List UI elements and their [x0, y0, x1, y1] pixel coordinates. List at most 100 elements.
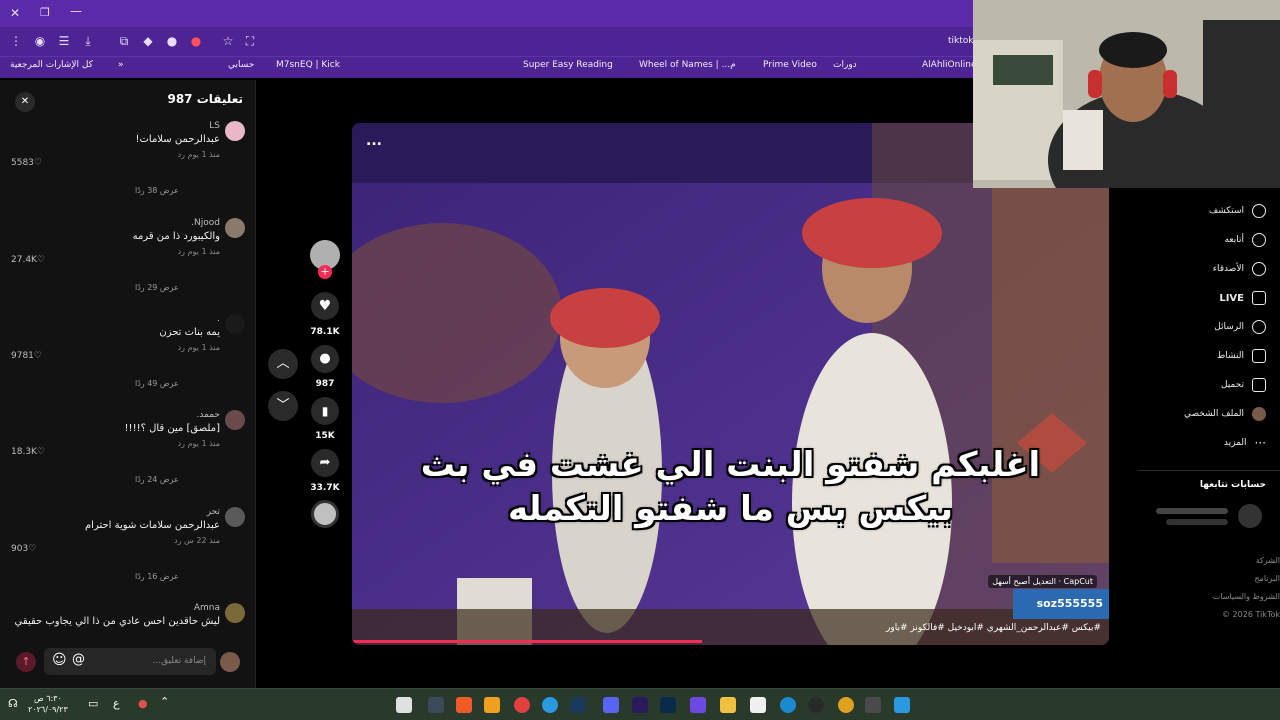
comment-like[interactable]: 9781♡: [11, 351, 42, 361]
bookmark-all[interactable]: كل الإشارات المرجعية: [10, 60, 93, 70]
view-replies[interactable]: عرض 16 ردًا: [135, 572, 179, 581]
reply-button[interactable]: رد: [174, 536, 181, 545]
next-video-button[interactable]: ﹀: [268, 391, 298, 421]
nav-following[interactable]: أتابعه: [1225, 233, 1266, 247]
url-text[interactable]: tiktok: [948, 36, 974, 46]
reply-button[interactable]: رد: [178, 439, 185, 448]
comment-author[interactable]: حممد.: [10, 410, 220, 420]
app-icon[interactable]: [690, 697, 706, 713]
view-replies[interactable]: عرض 38 ردًا: [135, 186, 179, 195]
app-icon[interactable]: [484, 697, 500, 713]
settings-icon[interactable]: [865, 697, 881, 713]
view-replies[interactable]: عرض 24 ردًا: [135, 475, 179, 484]
steam-icon[interactable]: [570, 697, 586, 713]
avatar[interactable]: [225, 218, 245, 238]
comment-like[interactable]: 18.3K♡: [11, 447, 45, 457]
app-icon[interactable]: [396, 697, 412, 713]
video-hashtags[interactable]: #بيكس #عبدالرحمن_الشهري #ابودخيل #فالكون…: [886, 623, 1101, 633]
bookmark-item[interactable]: M7snEQ | Kick: [276, 60, 340, 70]
language-indicator[interactable]: ع: [113, 697, 120, 710]
brave-icon[interactable]: [456, 697, 472, 713]
battery-icon[interactable]: ▭: [88, 697, 98, 710]
music-disc[interactable]: [311, 500, 339, 528]
send-button[interactable]: ↑: [16, 652, 36, 672]
close-comments-button[interactable]: ✕: [15, 92, 35, 112]
notification-icon[interactable]: ☊: [8, 697, 18, 710]
nav-friends[interactable]: الأصدقاء: [1213, 262, 1266, 276]
share-button[interactable]: ➦: [311, 449, 339, 477]
bookmark-item[interactable]: Super Easy Reading: [523, 60, 613, 70]
mention-icon[interactable]: @: [72, 652, 85, 667]
view-replies[interactable]: عرض 29 ردًا: [135, 283, 179, 292]
creator-name[interactable]: soz555555: [1037, 597, 1103, 610]
bookmark-item[interactable]: Prime Video: [763, 60, 817, 70]
footer-terms[interactable]: الشروط والسياسات: [1213, 592, 1280, 601]
nav-explore[interactable]: استكشف: [1209, 204, 1266, 218]
capcut-badge[interactable]: CapCut · التعديل أصبح أسهل: [988, 575, 1097, 588]
nav-live[interactable]: LIVE: [1219, 291, 1266, 305]
store-icon[interactable]: [750, 697, 766, 713]
bookmark-item[interactable]: دورات: [833, 60, 857, 70]
save-button[interactable]: ▮: [311, 397, 339, 425]
previous-video-button[interactable]: ︿: [268, 349, 298, 379]
comment-like[interactable]: 5583♡: [11, 158, 42, 168]
close-icon[interactable]: ✕: [10, 6, 20, 20]
nav-activity[interactable]: النشاط: [1217, 349, 1266, 363]
minimize-icon[interactable]: —: [70, 4, 82, 18]
footer-company[interactable]: الشركة: [1256, 556, 1280, 565]
app-icon[interactable]: [808, 697, 824, 713]
reply-button[interactable]: رد: [178, 343, 185, 352]
reply-button[interactable]: رد: [178, 150, 185, 159]
start-icon[interactable]: [894, 697, 910, 713]
more-options-icon[interactable]: ...: [366, 133, 382, 149]
app-icon[interactable]: [428, 697, 444, 713]
avatar[interactable]: [225, 314, 245, 334]
comment-input[interactable]: ☺ @ إضافة تعليق...: [44, 648, 216, 675]
comment-author[interactable]: تحر: [10, 507, 220, 517]
bookmark-item[interactable]: AlAhliOnline: [922, 60, 977, 70]
app-icon[interactable]: [514, 697, 530, 713]
follow-plus-icon[interactable]: +: [318, 265, 332, 279]
comment-author[interactable]: Amna: [10, 603, 220, 613]
nav-profile[interactable]: الملف الشخصي: [1184, 407, 1266, 421]
chrome-icon[interactable]: [838, 697, 854, 713]
puzzle-icon[interactable]: ⧉: [116, 33, 132, 49]
tabs-icon[interactable]: ☰: [56, 33, 72, 49]
emoji-icon[interactable]: ☺: [52, 652, 67, 668]
premiere-icon[interactable]: [632, 697, 648, 713]
comment-author[interactable]: .: [10, 314, 220, 324]
edge-icon[interactable]: [780, 697, 796, 713]
discord-icon[interactable]: [603, 697, 619, 713]
extension-icon[interactable]: ◆: [140, 33, 156, 49]
avatar[interactable]: [225, 507, 245, 527]
comment-like[interactable]: 27.4K♡: [11, 255, 45, 265]
telegram-icon[interactable]: [542, 697, 558, 713]
tray-expand-icon[interactable]: ⌃: [160, 695, 169, 708]
extension-icon[interactable]: ●: [188, 33, 204, 49]
like-button[interactable]: ♥: [311, 292, 339, 320]
view-replies[interactable]: عرض 49 ردًا: [135, 379, 179, 388]
comment-button[interactable]: ●: [311, 345, 339, 373]
taskbar-clock[interactable]: ٦:٣٠ ص ٢٠٢٦/٠٩/٢٣: [28, 693, 68, 715]
nav-messages[interactable]: الرسائل: [1214, 320, 1266, 334]
footer-program[interactable]: البرنامج: [1254, 574, 1280, 583]
microphone-icon[interactable]: ●: [138, 697, 148, 710]
nav-upload[interactable]: تحميل: [1221, 378, 1266, 392]
bookmark-item[interactable]: حسابي: [228, 60, 254, 70]
photoshop-icon[interactable]: [660, 697, 676, 713]
menu-dots-icon[interactable]: ⋮: [8, 33, 24, 49]
comment-author[interactable]: Njood.: [10, 218, 220, 228]
download-icon[interactable]: ⤓: [80, 33, 96, 49]
comment-author[interactable]: LS: [10, 121, 220, 131]
star-icon[interactable]: ☆: [220, 33, 236, 49]
folder-icon[interactable]: [720, 697, 736, 713]
extension-icon[interactable]: ●: [164, 33, 180, 49]
avatar[interactable]: [225, 121, 245, 141]
screenshot-icon[interactable]: ⛶: [242, 33, 258, 49]
extension-icon[interactable]: ◉: [32, 33, 48, 49]
nav-more[interactable]: ··· المزيد: [1224, 436, 1266, 450]
comment-like[interactable]: 903♡: [11, 544, 36, 554]
video-player[interactable]: ... اغلبكم شفتو البنت الي غشت في بث بيكس…: [352, 123, 1109, 645]
chevron-icon[interactable]: »: [118, 60, 124, 70]
bookmark-item[interactable]: Wheel of Names | ...م: [639, 60, 736, 70]
